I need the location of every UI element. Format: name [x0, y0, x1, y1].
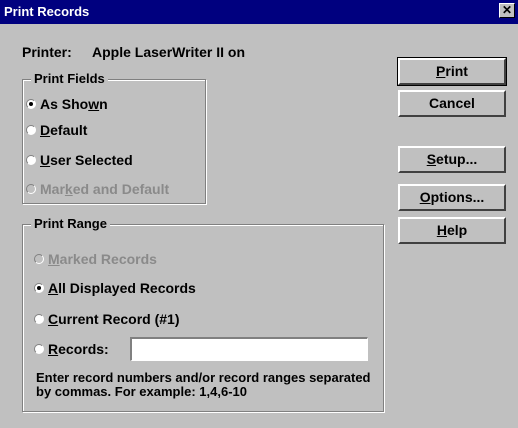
printer-label: Printer: [22, 44, 72, 60]
radio-current-record[interactable]: Current Record (#1) [34, 311, 179, 327]
print-fields-legend: Print Fields [31, 71, 108, 86]
setup-button[interactable]: Setup... [398, 146, 506, 173]
print-button[interactable]: Print [397, 57, 507, 86]
radio-default[interactable]: Default [26, 122, 87, 138]
print-range-legend: Print Range [31, 216, 110, 231]
options-button[interactable]: Options... [398, 184, 506, 211]
radio-circle [26, 184, 36, 194]
help-button[interactable]: Help [398, 217, 506, 244]
records-input[interactable] [130, 337, 368, 361]
radio-circle [26, 155, 36, 165]
radio-label: User Selected [40, 152, 133, 168]
radio-circle [26, 125, 36, 135]
radio-label: All Displayed Records [48, 280, 196, 296]
radio-user-selected[interactable]: User Selected [26, 152, 133, 168]
title-bar: Print Records ✕ [0, 0, 518, 24]
radio-circle [34, 283, 44, 293]
radio-circle [26, 99, 36, 109]
radio-circle [34, 344, 44, 354]
radio-marked-and-default[interactable]: Marked and Default [26, 181, 169, 197]
close-icon: ✕ [501, 3, 513, 17]
radio-marked-records[interactable]: Marked Records [34, 251, 157, 267]
printer-name: Apple LaserWriter II on [92, 44, 245, 60]
cancel-button[interactable]: Cancel [398, 90, 506, 117]
radio-all-displayed-records[interactable]: All Displayed Records [34, 280, 196, 296]
radio-label: Records: [48, 341, 109, 357]
radio-label: As Shown [40, 96, 108, 112]
radio-circle [34, 254, 44, 264]
radio-circle [34, 314, 44, 324]
radio-label: Marked and Default [40, 181, 170, 197]
radio-label: Current Record (#1) [48, 311, 180, 327]
radio-as-shown[interactable]: As Shown [26, 96, 108, 112]
radio-records[interactable]: Records: [34, 341, 109, 357]
radio-label: Default [40, 122, 88, 138]
close-button[interactable]: ✕ [499, 3, 515, 18]
records-help-text: Enter record numbers and/or record range… [36, 370, 371, 399]
radio-label: Marked Records [48, 251, 157, 267]
window-title: Print Records [4, 4, 90, 19]
